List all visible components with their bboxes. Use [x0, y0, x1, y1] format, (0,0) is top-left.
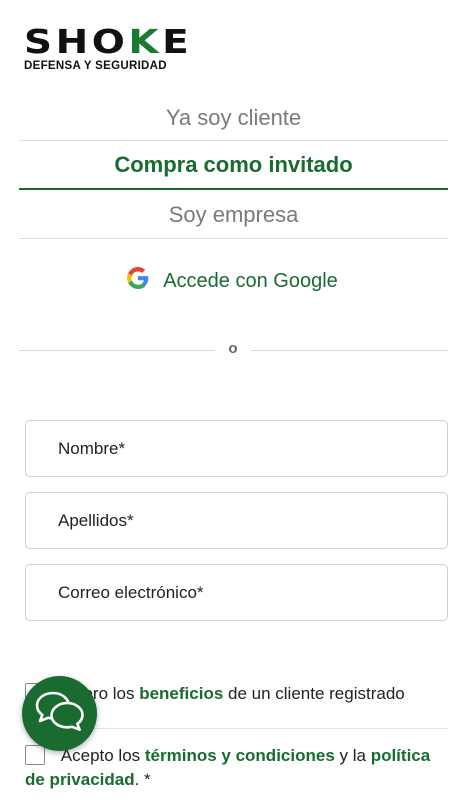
terms-link[interactable]: términos y condiciones [145, 746, 335, 765]
google-login-button[interactable]: Accede con Google [0, 264, 465, 298]
nombre-field-container [25, 420, 448, 477]
divider-left [19, 350, 215, 351]
logo-subtitle: DEFENSA Y SEGURIDAD [24, 60, 167, 72]
email-input[interactable] [26, 565, 447, 620]
tab-soy-empresa[interactable]: Soy empresa [19, 190, 448, 239]
logo-wordmark: SHO K E [24, 22, 193, 61]
benefits-link[interactable]: beneficios [139, 684, 223, 703]
apellidos-input[interactable] [26, 493, 447, 548]
email-field-container [25, 564, 448, 621]
terms-text-mid: y la [334, 746, 371, 765]
divider-right [251, 350, 448, 351]
terms-check-row: Acepto los términos y condiciones y la p… [25, 744, 448, 792]
brand-logo[interactable]: SHO K E DEFENSA Y SEGURIDAD [24, 25, 189, 72]
tab-compra-como-invitado[interactable]: Compra como invitado [19, 141, 448, 190]
chat-bubbles-icon [34, 689, 86, 738]
terms-checkbox[interactable] [25, 745, 45, 765]
nombre-input[interactable] [26, 421, 447, 476]
chat-button[interactable] [22, 676, 97, 751]
google-g-icon [127, 267, 149, 295]
google-login-label: Accede con Google [163, 269, 338, 292]
divider-or-text: o [228, 340, 238, 357]
tab-ya-soy-cliente[interactable]: Ya soy cliente [19, 100, 448, 141]
terms-text-post: . * [134, 770, 151, 789]
benefits-text-post: de un cliente registrado [223, 684, 405, 703]
apellidos-field-container [25, 492, 448, 549]
